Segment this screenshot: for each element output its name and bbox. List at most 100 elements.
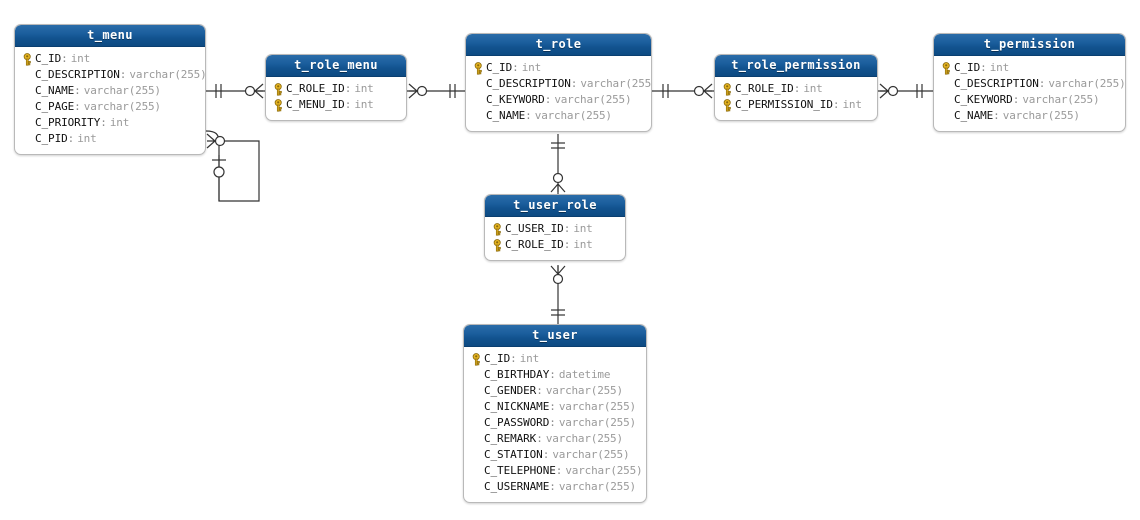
entity-t_menu[interactable]: t_menu C_ID : int C_DESCRIPTION : varcha…: [14, 24, 206, 155]
attribute-separator: :: [544, 93, 552, 106]
entity-attribute-list-t_role_menu: C_ROLE_ID : int C_MENU_ID : int: [266, 77, 406, 120]
attribute-separator: :: [119, 68, 127, 81]
primary-key-icon-slot: [20, 116, 35, 130]
attribute-separator: :: [100, 116, 107, 129]
attribute-separator: :: [980, 61, 987, 74]
entity-t_permission[interactable]: t_permission C_ID : int C_DESCRIPTION : …: [933, 33, 1126, 132]
attribute-separator: :: [549, 416, 556, 429]
attribute-separator: :: [563, 238, 571, 251]
primary-key-icon-slot: [471, 109, 486, 123]
attribute-t_role_menu-c-menu-id[interactable]: C_MENU_ID : int: [271, 97, 400, 113]
attribute-t_role_permission-c-permission-id[interactable]: C_PERMISSION_ID : int: [720, 97, 871, 113]
attribute-t_user-c-password[interactable]: C_PASSWORD : varchar(255): [469, 415, 640, 431]
attribute-t_menu-c-name[interactable]: C_NAME : varchar(255): [20, 83, 199, 99]
primary-key-icon-slot: [490, 222, 505, 236]
relationship-role-userrole[interactable]: [550, 134, 566, 194]
attribute-type: varchar(255): [545, 384, 623, 397]
relationship-menu-rolemenu[interactable]: [206, 83, 265, 99]
attribute-t_user-c-gender[interactable]: C_GENDER : varchar(255): [469, 383, 640, 399]
primary-key-icon-slot: [469, 480, 484, 494]
primary-key-icon-slot: [469, 432, 484, 446]
attribute-separator: :: [549, 368, 556, 381]
attribute-t_user-c-station[interactable]: C_STATION : varchar(255): [469, 447, 640, 463]
attribute-type: varchar(255): [129, 68, 206, 81]
relationship-role-rolepermission[interactable]: [652, 83, 714, 99]
primary-key-icon-slot: [20, 68, 35, 82]
attribute-name: C_GENDER: [484, 384, 537, 397]
attribute-t_menu-c-priority[interactable]: C_PRIORITY : int: [20, 115, 199, 131]
attribute-separator: :: [536, 432, 543, 445]
attribute-separator: :: [549, 400, 556, 413]
key-icon: [472, 352, 480, 366]
entity-title-t_role_permission: t_role_permission: [715, 55, 877, 77]
attribute-t_user-c-birthday[interactable]: C_BIRTHDAY : datetime: [469, 367, 640, 383]
key-icon: [274, 82, 282, 96]
attribute-name: C_ROLE_ID: [735, 82, 794, 95]
key-icon: [474, 61, 482, 75]
attribute-t_role-c-id[interactable]: C_ID : int: [471, 60, 645, 76]
entity-t_role_permission[interactable]: t_role_permission C_ROLE_ID : int C_PERM…: [714, 54, 878, 121]
attribute-type: varchar(255): [552, 448, 630, 461]
attribute-type: datetime: [558, 368, 611, 381]
entity-t_role[interactable]: t_role C_ID : int C_DESCRIPTION : varcha…: [465, 33, 652, 132]
attribute-t_menu-c-id[interactable]: C_ID : int: [20, 51, 199, 67]
attribute-name: C_MENU_ID: [286, 98, 345, 111]
relationship-userrole-user[interactable]: [550, 265, 566, 324]
relationship-menu-self[interactable]: [205, 130, 260, 202]
attribute-type: varchar(255): [558, 400, 636, 413]
attribute-t_user-c-id[interactable]: C_ID : int: [469, 351, 640, 367]
primary-key-icon-slot: [271, 82, 286, 96]
primary-key-icon-slot: [490, 238, 505, 252]
attribute-t_user-c-telephone[interactable]: C_TELEPHONE : varchar(255): [469, 463, 643, 479]
attribute-name: C_USER_ID: [505, 222, 564, 235]
entity-t_user_role[interactable]: t_user_role C_USER_ID : int C_ROLE_ID : …: [484, 194, 626, 261]
attribute-name: C_DESCRIPTION: [35, 68, 120, 81]
relationship-rolepermission-permission[interactable]: [878, 83, 933, 99]
primary-key-icon-slot: [20, 84, 35, 98]
attribute-t_role-c-keyword[interactable]: C_KEYWORD : varchar(255): [471, 92, 645, 108]
attribute-type: int: [354, 98, 374, 111]
relationship-rolemenu-role[interactable]: [407, 83, 465, 99]
primary-key-icon-slot: [939, 77, 954, 91]
attribute-t_permission-c-keyword[interactable]: C_KEYWORD : varchar(255): [939, 92, 1119, 108]
attribute-t_menu-c-page[interactable]: C_PAGE : varchar(255): [20, 99, 199, 115]
primary-key-icon-slot: [469, 384, 484, 398]
attribute-t_permission-c-name[interactable]: C_NAME : varchar(255): [939, 108, 1119, 124]
key-icon: [723, 82, 731, 96]
attribute-t_role_permission-c-role-id[interactable]: C_ROLE_ID : int: [720, 81, 871, 97]
attribute-t_menu-c-pid[interactable]: C_PID : int: [20, 131, 199, 147]
attribute-t_menu-c-description[interactable]: C_DESCRIPTION : varchar(255): [20, 67, 205, 83]
attribute-type: int: [803, 82, 823, 95]
attribute-t_user-c-username[interactable]: C_USERNAME : varchar(255): [469, 479, 640, 495]
primary-key-icon-slot: [939, 109, 954, 123]
attribute-type: int: [77, 132, 97, 145]
attribute-type: int: [573, 222, 593, 235]
attribute-t_role_menu-c-role-id[interactable]: C_ROLE_ID : int: [271, 81, 400, 97]
attribute-name: C_USERNAME: [484, 480, 550, 493]
entity-title-t_role: t_role: [466, 34, 651, 56]
entity-t_role_menu[interactable]: t_role_menu C_ROLE_ID : int C_MENU_ID : …: [265, 54, 407, 121]
attribute-t_permission-c-id[interactable]: C_ID : int: [939, 60, 1119, 76]
attribute-t_permission-c-description[interactable]: C_DESCRIPTION : varchar(255): [939, 76, 1125, 92]
attribute-type: varchar(255): [565, 464, 643, 477]
entity-t_user[interactable]: t_user C_ID : int C_BIRTHDAY : datetime …: [463, 324, 647, 503]
attribute-t_user_role-c-role-id[interactable]: C_ROLE_ID : int: [490, 237, 619, 253]
primary-key-icon-slot: [20, 132, 35, 146]
entity-attribute-list-t_role_permission: C_ROLE_ID : int C_PERMISSION_ID : int: [715, 77, 877, 120]
attribute-name: C_PASSWORD: [484, 416, 550, 429]
attribute-separator: :: [74, 100, 81, 113]
primary-key-icon-slot: [20, 100, 35, 114]
attribute-t_user_role-c-user-id[interactable]: C_USER_ID : int: [490, 221, 619, 237]
attribute-type: int: [519, 352, 539, 365]
attribute-t_user-c-nickname[interactable]: C_NICKNAME : varchar(255): [469, 399, 640, 415]
attribute-name: C_PID: [35, 132, 68, 145]
attribute-separator: :: [993, 109, 1000, 122]
attribute-t_role-c-description[interactable]: C_DESCRIPTION : varchar(255): [471, 76, 651, 92]
primary-key-icon-slot: [471, 77, 486, 91]
attribute-type: varchar(255): [580, 77, 652, 90]
attribute-t_user-c-remark[interactable]: C_REMARK : varchar(255): [469, 431, 640, 447]
primary-key-icon-slot: [471, 61, 486, 75]
attribute-t_role-c-name[interactable]: C_NAME : varchar(255): [471, 108, 645, 124]
attribute-separator: :: [549, 480, 556, 493]
attribute-separator: :: [510, 352, 517, 365]
